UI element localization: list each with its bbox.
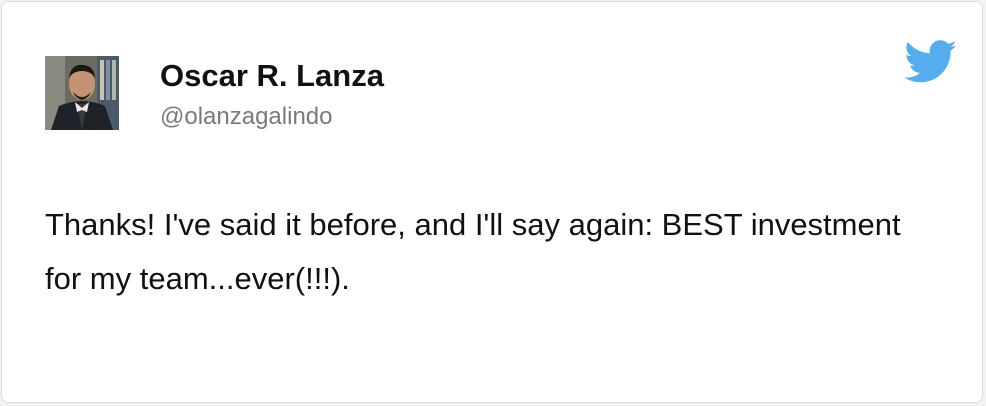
person-photo-icon xyxy=(45,56,119,130)
twitter-bird-icon[interactable] xyxy=(904,40,958,84)
tweet-text: Thanks! I've said it before, and I'll sa… xyxy=(45,207,901,296)
avatar[interactable] xyxy=(45,56,119,130)
author-name[interactable]: Oscar R. Lanza xyxy=(160,58,384,94)
author-handle[interactable]: @olanzagalindo xyxy=(160,102,333,132)
tweet-card: Oscar R. Lanza @olanzagalindo Thanks! I'… xyxy=(1,1,983,403)
